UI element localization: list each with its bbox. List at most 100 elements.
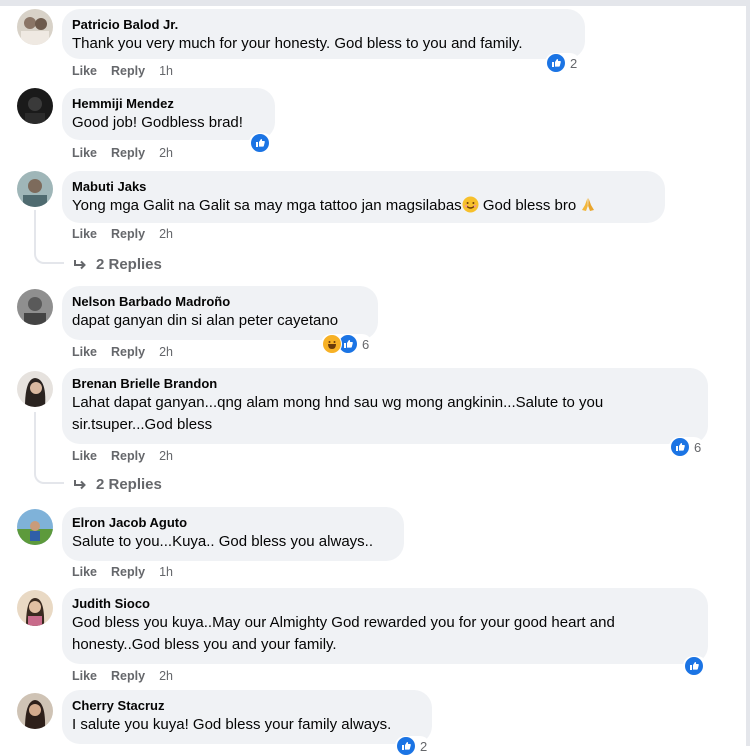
comment-bubble: Hemmiji Mendez Good job! Godbless brad!	[62, 88, 275, 140]
reply-link[interactable]: Reply	[111, 565, 145, 579]
comment-bubble: Nelson Barbado Madroño dapat ganyan din …	[62, 286, 378, 340]
avatar[interactable]	[17, 371, 53, 407]
like-link[interactable]: Like	[72, 64, 97, 78]
timestamp[interactable]: 1h	[159, 64, 173, 78]
avatar[interactable]	[17, 171, 53, 207]
like-icon	[546, 53, 566, 73]
timestamp[interactable]: 1h	[159, 565, 173, 579]
comment-author[interactable]: Mabuti Jaks	[72, 179, 653, 195]
comment-bubble: Elron Jacob Aguto Salute to you...Kuya..…	[62, 507, 404, 561]
timestamp[interactable]: 2h	[159, 146, 173, 160]
comment-actions: Like Reply 2h	[72, 146, 187, 160]
avatar-photo	[17, 693, 53, 729]
reaction-count: 2	[570, 55, 578, 71]
comment-author[interactable]: Patricio Balod Jr.	[72, 17, 573, 33]
comment-actions: Like Reply 1h	[72, 565, 187, 579]
comment-text: I salute you kuya! God bless your family…	[72, 716, 392, 733]
avatar-photo	[17, 371, 53, 407]
comment-author[interactable]: Nelson Barbado Madroño	[72, 294, 366, 310]
scrollbar-track[interactable]	[746, 0, 750, 746]
thread-line	[34, 412, 36, 470]
timestamp[interactable]: 2h	[159, 449, 173, 463]
like-link[interactable]: Like	[72, 227, 97, 241]
reaction-count: 2	[420, 738, 428, 754]
like-link[interactable]: Like	[72, 669, 97, 683]
reaction-summary[interactable]: 6	[321, 334, 373, 354]
comment-author[interactable]: Elron Jacob Aguto	[72, 515, 392, 531]
comment-text: Thank you very much for your honesty. Go…	[72, 35, 523, 52]
avatar[interactable]	[17, 289, 53, 325]
avatar[interactable]	[17, 590, 53, 626]
reaction-summary[interactable]: 6	[669, 437, 705, 457]
timestamp[interactable]: 2h	[159, 227, 173, 241]
comment-actions: Like Reply 2h	[72, 449, 187, 463]
avatar-photo	[17, 289, 53, 325]
reply-link[interactable]: Reply	[111, 669, 145, 683]
like-icon	[684, 656, 704, 676]
like-link[interactable]: Like	[72, 565, 97, 579]
comment-actions: Like Reply 1h	[72, 64, 187, 78]
haha-icon	[322, 334, 342, 354]
like-link[interactable]: Like	[72, 345, 97, 359]
view-replies-link[interactable]: 2 Replies	[72, 256, 162, 273]
comment-text-line-1: Lahat dapat ganyan...qng alam mong hnd s…	[72, 394, 604, 411]
comment-text-main: Yong mga Galit na Galit sa may mga tatto…	[72, 197, 462, 214]
reaction-summary[interactable]: 2	[545, 53, 581, 73]
comment-author[interactable]: Cherry Stacruz	[72, 698, 420, 714]
comment-author[interactable]: Brenan Brielle Brandon	[72, 376, 696, 392]
avatar-photo	[17, 590, 53, 626]
like-icon	[250, 133, 270, 153]
reply-link[interactable]: Reply	[111, 345, 145, 359]
thread-line	[34, 210, 36, 250]
comment-text-line-1: God bless you kuya..May our Almighty God…	[72, 614, 615, 631]
comment-text-line-2: honesty..God bless you and your family.	[72, 636, 337, 653]
reply-arrow-icon	[74, 259, 86, 269]
replies-count: 2 Replies	[96, 256, 162, 273]
reaction-summary[interactable]: 2	[395, 736, 431, 756]
comment-bubble: Mabuti Jaks Yong mga Galit na Galit sa m…	[62, 171, 665, 223]
avatar[interactable]	[17, 509, 53, 545]
comment-text: Yong mga Galit na Galit sa may mga tatto…	[72, 195, 653, 217]
thread-connector	[34, 470, 64, 484]
reply-link[interactable]: Reply	[111, 64, 145, 78]
comment-author[interactable]: Judith Sioco	[72, 596, 696, 612]
smiling-face-emoji	[462, 196, 479, 213]
comment-actions: Like Reply 2h	[72, 227, 187, 241]
avatar-photo	[17, 9, 53, 45]
comment-text-line-2: sir.tsuper...God bless	[72, 416, 213, 433]
like-link[interactable]: Like	[72, 449, 97, 463]
thread-connector	[34, 250, 64, 264]
like-icon	[396, 736, 416, 756]
comment-actions: Like Reply 2h	[72, 669, 187, 683]
comment-bubble: Brenan Brielle Brandon Lahat dapat ganya…	[62, 368, 708, 444]
reaction-count: 6	[362, 336, 370, 352]
avatar-photo	[17, 171, 53, 207]
comment-text: Good job! Godbless brad!	[72, 114, 243, 131]
reply-link[interactable]: Reply	[111, 227, 145, 241]
replies-count: 2 Replies	[96, 476, 162, 493]
comment-actions: Like Reply 2h	[72, 345, 187, 359]
view-replies-link[interactable]: 2 Replies	[72, 476, 162, 493]
comment-bubble: Patricio Balod Jr. Thank you very much f…	[62, 9, 585, 59]
timestamp[interactable]: 2h	[159, 345, 173, 359]
top-border	[0, 0, 750, 6]
avatar-photo	[17, 509, 53, 545]
reply-link[interactable]: Reply	[111, 449, 145, 463]
like-icon	[670, 437, 690, 457]
reply-link[interactable]: Reply	[111, 146, 145, 160]
reaction-summary[interactable]	[683, 656, 707, 676]
reaction-count: 6	[694, 439, 702, 455]
folded-hands-emoji	[582, 198, 595, 211]
avatar[interactable]	[17, 693, 53, 729]
reaction-summary[interactable]	[249, 133, 273, 153]
avatar-photo	[17, 88, 53, 124]
comment-bubble: Judith Sioco God bless you kuya..May our…	[62, 588, 708, 664]
like-link[interactable]: Like	[72, 146, 97, 160]
comment-text: dapat ganyan din si alan peter cayetano	[72, 312, 339, 329]
comment-text-tail: God bless bro	[478, 197, 581, 214]
avatar[interactable]	[17, 9, 53, 45]
avatar[interactable]	[17, 88, 53, 124]
comment-author[interactable]: Hemmiji Mendez	[72, 96, 263, 112]
timestamp[interactable]: 2h	[159, 669, 173, 683]
reply-arrow-icon	[74, 479, 86, 489]
